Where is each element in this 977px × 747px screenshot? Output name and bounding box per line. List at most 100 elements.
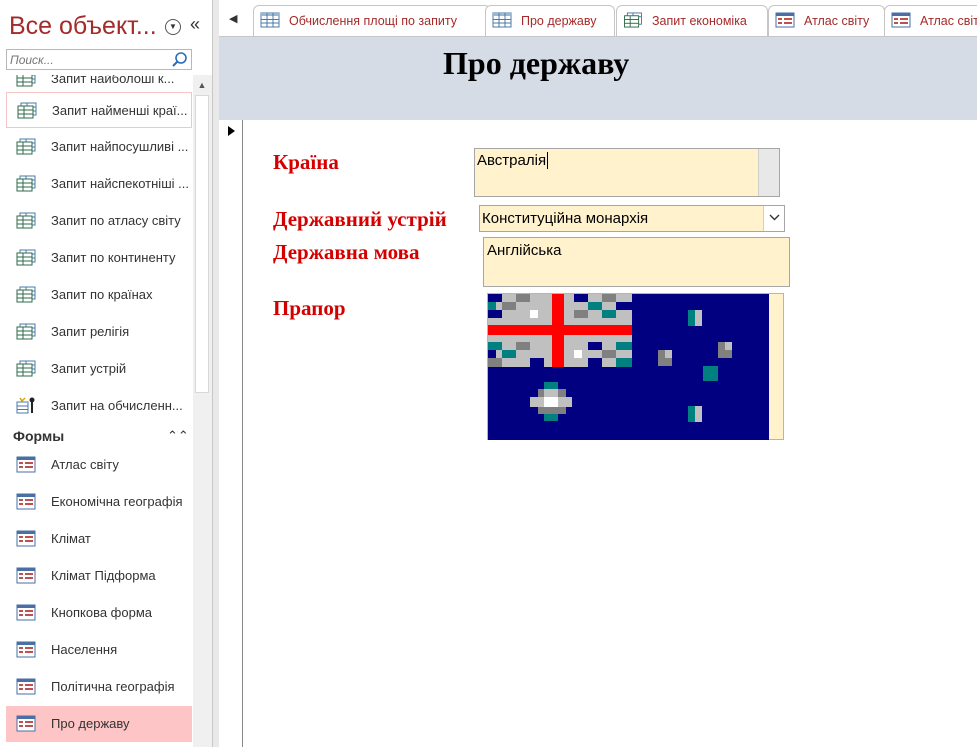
form-title: Про державу — [443, 45, 630, 81]
combobox-dropdown-button[interactable] — [763, 206, 784, 231]
flag-label: Прапор — [273, 296, 346, 320]
form-icon — [891, 12, 911, 28]
form-view: Про державу Країна Австралія Державний у… — [219, 37, 977, 747]
nav-item-label: Запит по континенту — [51, 250, 176, 265]
nav-form-item[interactable]: Населення — [6, 632, 192, 668]
query-icon — [16, 75, 36, 87]
pane-splitter[interactable] — [212, 0, 219, 747]
nav-form-item[interactable]: Політична географія — [6, 669, 192, 705]
nav-form-item[interactable]: Кнопкова форма — [6, 595, 192, 631]
nav-item-label: Про державу — [51, 716, 130, 731]
query-icon — [16, 249, 36, 266]
nav-form-item-selected[interactable]: Про державу — [6, 706, 192, 742]
tab-label: Запит економіка — [652, 14, 747, 28]
nav-item-label: Запит найспекотніші ... — [51, 176, 189, 191]
nav-pane-title[interactable]: Все объект... — [9, 12, 157, 41]
form-icon — [16, 530, 36, 547]
current-record-icon — [228, 126, 235, 136]
nav-query-item[interactable]: Запит устрій — [6, 351, 192, 387]
query-icon — [16, 212, 36, 229]
tab-label: Обчислення площі по запиту — [289, 14, 457, 28]
nav-item-label: Клімат — [51, 531, 91, 546]
tab-label: Про державу — [521, 14, 597, 28]
collapse-section-icon[interactable]: ⌃⌃ — [167, 428, 189, 444]
nav-query-item[interactable]: Запит найспекотніші ... — [6, 166, 192, 202]
search-box — [6, 49, 192, 70]
form-icon — [16, 715, 36, 732]
nav-calc-query-item[interactable]: Запит на обчисленн... — [6, 388, 192, 424]
nav-query-item[interactable]: Запит по країнах — [6, 277, 192, 313]
nav-form-item[interactable]: Клімат — [6, 521, 192, 557]
form-icon — [775, 12, 795, 28]
nav-item-label: Запит найпосушливі ... — [51, 139, 189, 154]
nav-item-label: Клімат Підформа — [51, 568, 156, 583]
nav-form-item[interactable]: Атлас світу — [6, 447, 192, 483]
flag-image-frame[interactable] — [487, 293, 784, 440]
search-icon[interactable] — [171, 51, 189, 69]
nav-item-label: Політична географія — [51, 679, 175, 694]
query-icon — [16, 175, 36, 192]
nav-query-item[interactable]: Запит релігія — [6, 314, 192, 350]
nav-item-label: Запит релігія — [51, 324, 130, 339]
scroll-up-icon[interactable]: ▲ — [195, 77, 209, 93]
tab-scroll-left-icon[interactable]: ◀ — [229, 12, 237, 25]
document-tab-bar: ◀ Обчислення площі по запиту Про державу… — [219, 0, 977, 37]
nav-dropdown-icon[interactable]: ▼ — [165, 19, 181, 35]
nav-item-label: Запит найменші краї... — [52, 103, 188, 118]
nav-item-label: Економічна географія — [51, 494, 183, 509]
form-header: Про державу — [219, 37, 977, 120]
nav-item-label: Запит по атласу світу — [51, 213, 181, 228]
nav-item-label: Запит устрій — [51, 361, 127, 376]
scrollbar-thumb[interactable] — [195, 95, 209, 393]
collapse-pane-icon[interactable]: « — [190, 14, 200, 35]
query-icon — [624, 12, 642, 28]
query-icon — [16, 323, 36, 340]
record-selector[interactable] — [219, 120, 243, 747]
nav-item-label: Запит найболоші к... — [51, 75, 175, 86]
nav-scrollbar[interactable]: ▲ — [193, 75, 212, 747]
tab-zapyt-ekonomika[interactable]: Запит економіка — [616, 5, 768, 36]
forms-section-header[interactable]: Формы ⌃⌃ — [6, 425, 192, 449]
form-icon — [16, 678, 36, 695]
form-icon — [16, 456, 36, 473]
country-label: Країна — [273, 150, 339, 174]
query-icon — [16, 286, 36, 303]
query-icon — [17, 102, 37, 119]
gov-form-combobox[interactable]: Конституційна монархія — [479, 205, 785, 232]
query-icon — [16, 360, 36, 377]
country-field-scrollbar[interactable] — [758, 149, 779, 196]
tab-pro-derzhavu[interactable]: Про державу — [485, 5, 615, 36]
language-value: Англійська — [487, 242, 562, 259]
country-field[interactable]: Австралія — [474, 148, 780, 197]
nav-item-label: Населення — [51, 642, 118, 657]
nav-query-item[interactable]: Запит по атласу світу — [6, 203, 192, 239]
forms-section-label: Формы — [13, 428, 65, 444]
nav-form-item[interactable]: Економічна географія — [6, 484, 192, 520]
tab-label: Атлас світ — [920, 14, 977, 28]
chevron-down-icon — [769, 214, 780, 221]
search-input[interactable] — [7, 50, 170, 69]
table-icon — [492, 12, 512, 28]
form-icon — [16, 567, 36, 584]
nav-query-item[interactable]: Запит по континенту — [6, 240, 192, 276]
language-field[interactable]: Англійська — [483, 237, 790, 287]
nav-form-item[interactable]: Клімат Підформа — [6, 558, 192, 594]
tab-obchyslennia[interactable]: Обчислення площі по запиту — [253, 5, 491, 36]
australia-flag-image — [488, 294, 769, 440]
gov-form-label: Державний устрій — [273, 207, 447, 231]
gov-form-value: Конституційна монархія — [482, 210, 649, 227]
form-icon — [16, 604, 36, 621]
nav-item-label: Запит на обчисленн... — [51, 398, 183, 413]
calc-query-icon — [16, 397, 35, 414]
table-icon — [260, 12, 280, 28]
nav-item-label: Кнопкова форма — [51, 605, 153, 620]
country-value: Австралія — [477, 152, 549, 169]
navigation-pane: Все объект... ▼ « Запит найболоші к... З… — [0, 0, 214, 747]
tab-atlas-svitu[interactable]: Атлас світу — [768, 5, 885, 36]
nav-query-item[interactable]: Запит найпосушливі ... — [6, 129, 192, 165]
query-icon — [16, 138, 36, 155]
nav-query-item[interactable]: Запит найменші краї... — [6, 92, 192, 128]
language-label: Державна мова — [273, 240, 420, 264]
form-icon — [16, 641, 36, 658]
tab-atlas-svitu-2[interactable]: Атлас світ — [884, 5, 977, 36]
